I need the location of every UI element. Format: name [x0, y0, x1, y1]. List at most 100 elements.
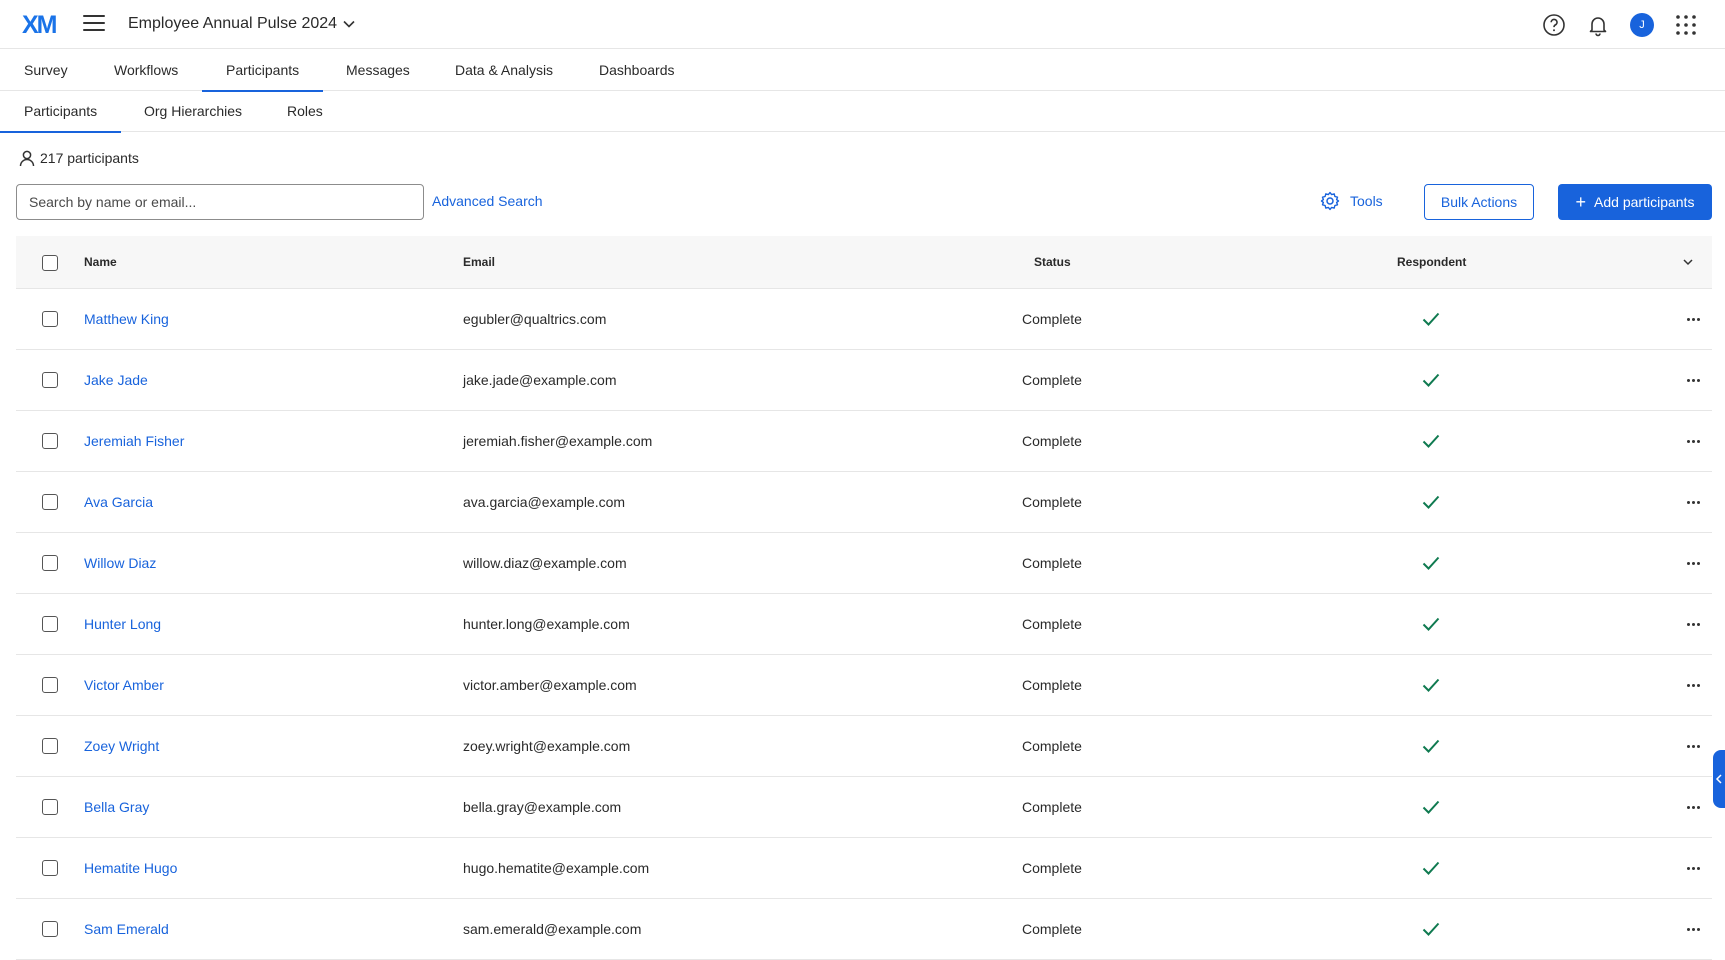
column-header-status[interactable]: Status [1034, 236, 1071, 289]
participant-email: jeremiah.fisher@example.com [463, 433, 653, 449]
row-more-icon[interactable] [1682, 796, 1704, 818]
row-more-icon[interactable] [1682, 857, 1704, 879]
table-row: Matthew King egubler@qualtrics.com Complet… [16, 289, 1712, 350]
subtab-participants[interactable]: Participants [0, 91, 122, 133]
tab-dashboards[interactable]: Dashboards [599, 49, 675, 91]
participant-name-link[interactable]: Bella Gray [84, 777, 149, 838]
table-row: Hematite Hugo hugo.hematite@example.com Co… [16, 838, 1712, 899]
table-row: Sam Emerald sam.emerald@example.com Comple… [16, 899, 1712, 960]
table-row: Jake Jade jake.jade@example.com Complete [16, 350, 1712, 411]
column-header-name[interactable]: Name [84, 236, 117, 289]
bulk-actions-button[interactable]: Bulk Actions [1424, 184, 1534, 220]
column-chevron-down-icon[interactable] [1682, 258, 1694, 266]
advanced-search-link[interactable]: Advanced Search [432, 193, 543, 209]
participant-name-link[interactable]: Zoey Wright [84, 716, 159, 777]
table-row: Willow Diaz willow.diaz@example.com Comple… [16, 533, 1712, 594]
tab-messages[interactable]: Messages [346, 49, 410, 91]
participant-email: sam.emerald@example.com [463, 921, 642, 937]
row-more-icon[interactable] [1682, 735, 1704, 757]
tab-survey[interactable]: Survey [24, 49, 68, 91]
plus-icon: + [1575, 192, 1587, 212]
row-more-icon[interactable] [1682, 308, 1704, 330]
participant-email: egubler@qualtrics.com [463, 311, 607, 327]
bell-icon[interactable] [1586, 13, 1610, 37]
chevron-down-icon [343, 20, 355, 28]
tab-workflows[interactable]: Workflows [114, 49, 178, 91]
participants-table: Name Email Status Respondent Matthew Kin… [16, 236, 1712, 960]
row-checkbox[interactable] [42, 372, 58, 388]
row-more-icon[interactable] [1682, 369, 1704, 391]
check-icon [1422, 678, 1440, 692]
participant-email: zoey.wright@example.com [463, 738, 631, 754]
row-checkbox[interactable] [42, 738, 58, 754]
table-header: Name Email Status Respondent [16, 236, 1712, 289]
table-row: Zoey Wright zoey.wright@example.com Comple… [16, 716, 1712, 777]
participant-name-link[interactable]: Victor Amber [84, 655, 164, 716]
table-row: Bella Gray bella.gray@example.com Complete [16, 777, 1712, 838]
row-checkbox[interactable] [42, 555, 58, 571]
search-input[interactable] [16, 184, 424, 220]
participant-status: Complete [1022, 372, 1082, 388]
table-body: Matthew King egubler@qualtrics.com Complet… [16, 289, 1712, 960]
row-checkbox[interactable] [42, 677, 58, 693]
participant-name-link[interactable]: Willow Diaz [84, 533, 156, 594]
row-checkbox[interactable] [42, 860, 58, 876]
row-more-icon[interactable] [1682, 613, 1704, 635]
tools-label: Tools [1350, 193, 1383, 209]
side-panel-toggle[interactable] [1713, 750, 1725, 808]
tab-data-analysis[interactable]: Data & Analysis [455, 49, 553, 91]
person-icon [19, 150, 35, 167]
check-icon [1422, 800, 1440, 814]
participant-status: Complete [1022, 677, 1082, 693]
check-icon [1422, 556, 1440, 570]
help-icon[interactable] [1542, 13, 1566, 37]
row-checkbox[interactable] [42, 799, 58, 815]
participant-name-link[interactable]: Hematite Hugo [84, 838, 177, 899]
sub-nav: Participants Org Hierarchies Roles [0, 91, 1725, 133]
row-more-icon[interactable] [1682, 674, 1704, 696]
avatar[interactable]: J [1630, 13, 1654, 37]
select-all-checkbox[interactable] [42, 255, 58, 271]
participant-status: Complete [1022, 311, 1082, 327]
subtab-roles[interactable]: Roles [287, 91, 323, 132]
row-checkbox[interactable] [42, 433, 58, 449]
column-header-email[interactable]: Email [463, 236, 495, 289]
project-title: Employee Annual Pulse 2024 [128, 15, 338, 32]
participant-count-label: 217 participants [40, 150, 139, 166]
row-checkbox[interactable] [42, 494, 58, 510]
row-more-icon[interactable] [1682, 491, 1704, 513]
participant-name-link[interactable]: Jeremiah Fisher [84, 411, 184, 472]
participant-name-link[interactable]: Matthew King [84, 289, 169, 350]
column-header-respondent[interactable]: Respondent [1397, 236, 1466, 289]
participant-name-link[interactable]: Ava Garcia [84, 472, 153, 533]
gear-icon [1320, 191, 1340, 211]
participant-name-link[interactable]: Sam Emerald [84, 899, 169, 960]
xm-logo[interactable]: XM [22, 11, 57, 40]
participant-email: hugo.hematite@example.com [463, 860, 650, 876]
table-row: Hunter Long hunter.long@example.com Comple… [16, 594, 1712, 655]
project-selector[interactable]: Employee Annual Pulse 2024 [128, 15, 355, 33]
tab-participants[interactable]: Participants [201, 49, 324, 92]
row-more-icon[interactable] [1682, 552, 1704, 574]
check-icon [1422, 922, 1440, 936]
top-bar: XM Employee Annual Pulse 2024 J [0, 0, 1725, 49]
main-nav: Survey Workflows Participants Messages D… [0, 49, 1725, 92]
row-more-icon[interactable] [1682, 430, 1704, 452]
menu-icon[interactable] [83, 15, 105, 33]
participant-name-link[interactable]: Hunter Long [84, 594, 161, 655]
app-grid-icon[interactable] [1674, 13, 1698, 37]
row-checkbox[interactable] [42, 616, 58, 632]
row-more-icon[interactable] [1682, 918, 1704, 940]
row-checkbox[interactable] [42, 311, 58, 327]
row-checkbox[interactable] [42, 921, 58, 937]
table-row: Jeremiah Fisher jeremiah.fisher@example.c… [16, 411, 1712, 472]
participant-status: Complete [1022, 433, 1082, 449]
add-participants-button[interactable]: + Add participants [1558, 184, 1712, 220]
participant-name-link[interactable]: Jake Jade [84, 350, 148, 411]
participant-email: ava.garcia@example.com [463, 494, 626, 510]
participant-status: Complete [1022, 799, 1082, 815]
participant-email: hunter.long@example.com [463, 616, 630, 632]
check-icon [1422, 373, 1440, 387]
subtab-org-hierarchies[interactable]: Org Hierarchies [144, 91, 242, 132]
tools-button[interactable]: Tools [1320, 191, 1383, 211]
